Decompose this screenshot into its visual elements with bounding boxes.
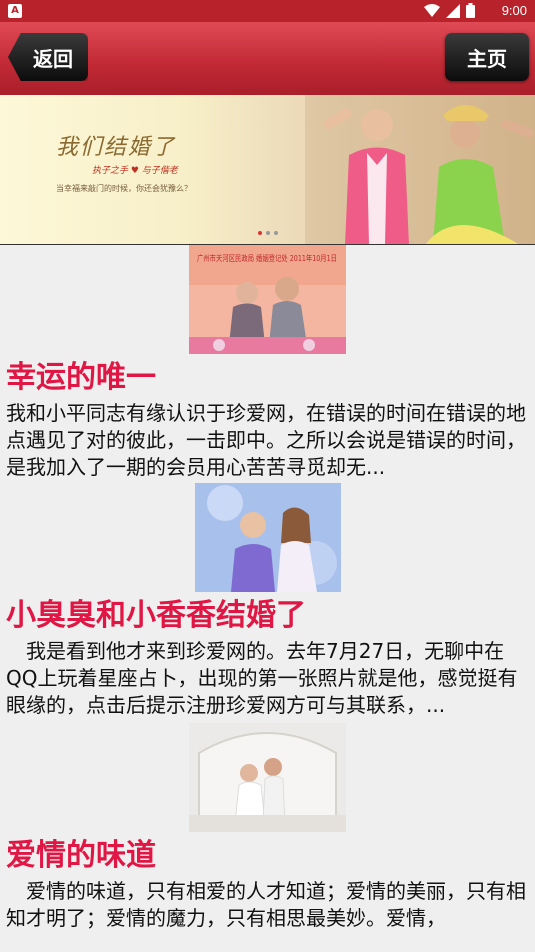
banner-title: 我们结婚了 xyxy=(56,135,177,160)
list-item[interactable]: 广州市天河区民政局 婚姻登记处 2011年10月1日 幸运的唯一 我和小平同志有… xyxy=(0,245,535,481)
list-item[interactable]: 爱情的味道 爱情的味道，只有相爱的人才知道；爱情的美丽，只有相知才明了；爱情的魔… xyxy=(0,723,535,932)
article-photo xyxy=(189,723,346,832)
wifi-icon xyxy=(424,3,440,17)
banner-tagline: 当幸福来敲门的时候，你还会犹豫么？ xyxy=(56,184,192,193)
list-item[interactable]: 小臭臭和小香香结婚了 我是看到他才来到珍爱网的。去年7月27日，无聊中在QQ上玩… xyxy=(0,483,535,719)
article-photo: 广州市天河区民政局 婚姻登记处 2011年10月1日 xyxy=(189,245,346,354)
banner-couple-photo xyxy=(305,95,535,244)
banner-carousel[interactable]: 我们结婚了 执子之手 ♥ 与子偕老 当幸福来敲门的时候，你还会犹豫么？ xyxy=(0,95,535,245)
article-title[interactable]: 爱情的味道 xyxy=(0,834,535,878)
article-list: 广州市天河区民政局 婚姻登记处 2011年10月1日 幸运的唯一 我和小平同志有… xyxy=(0,245,535,932)
title-bar: 返回 主页 xyxy=(0,22,535,95)
back-button[interactable]: 返回 xyxy=(8,33,88,81)
app-notification-icon: A xyxy=(8,4,22,18)
home-button[interactable]: 主页 xyxy=(445,33,529,81)
status-bar: A 9:00 xyxy=(0,0,535,22)
article-excerpt: 我和小平同志有缘认识于珍爱网，在错误的时间在错误的地点遇见了对的彼此，一击即中。… xyxy=(6,401,526,479)
article-excerpt: 我是看到他才来到珍爱网的。去年7月27日，无聊中在QQ上玩着星座占卜，出现的第一… xyxy=(6,639,518,717)
signal-icon xyxy=(446,3,460,18)
clock: 9:00 xyxy=(501,3,527,18)
article-photo xyxy=(194,483,341,592)
banner-subtitle: 执子之手 ♥ 与子偕老 xyxy=(92,166,178,176)
carousel-indicator xyxy=(258,231,278,235)
photo-caption: 广州市天河区民政局 婚姻登记处 2011年10月1日 xyxy=(197,253,337,263)
battery-icon xyxy=(466,3,475,18)
article-excerpt: 爱情的味道，只有相爱的人才知道；爱情的美丽，只有相知才明了；爱情的魔力，只有相思… xyxy=(6,879,526,930)
article-title[interactable]: 小臭臭和小香香结婚了 xyxy=(0,594,535,638)
article-title[interactable]: 幸运的唯一 xyxy=(0,356,535,400)
